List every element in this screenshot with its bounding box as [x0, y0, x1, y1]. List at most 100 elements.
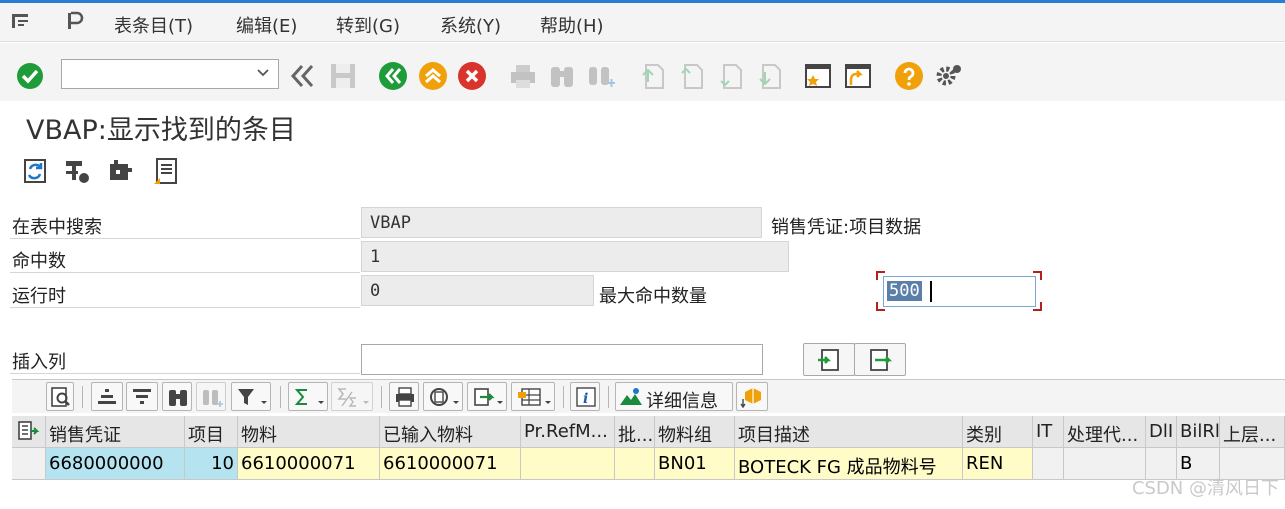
table-cell[interactable] — [521, 448, 615, 480]
column-header[interactable]: 处理代... — [1064, 416, 1146, 448]
move-column-button[interactable] — [854, 343, 906, 376]
refresh-icon[interactable] — [20, 156, 50, 186]
column-header[interactable]: 批... — [615, 416, 655, 448]
watermark: CSDN @清风日下 — [1131, 478, 1279, 499]
table-cell[interactable]: 10 — [185, 448, 238, 480]
row-selector[interactable] — [12, 448, 46, 480]
command-field[interactable] — [61, 59, 279, 89]
row-divider — [10, 307, 360, 308]
export-button[interactable] — [467, 382, 507, 411]
toolbar-separator — [563, 386, 564, 408]
alv-find-next-button[interactable] — [196, 382, 226, 411]
find-next-icon[interactable] — [586, 61, 616, 91]
print-icon[interactable] — [508, 61, 538, 91]
column-header[interactable]: IT — [1033, 416, 1064, 448]
details-button[interactable] — [46, 382, 74, 411]
column-header[interactable]: Pr.RefM... — [521, 416, 615, 448]
row-divider — [10, 373, 360, 374]
menu-goto[interactable]: 转到(G) — [336, 12, 400, 38]
last-page-icon[interactable] — [754, 61, 784, 91]
generate-shortcut-icon[interactable] — [843, 61, 873, 91]
table-cell[interactable]: BOTECK FG 成品物料号 — [735, 448, 963, 480]
print-list-icon[interactable] — [152, 156, 182, 186]
menu-table-entry[interactable]: 表条目(T) — [114, 12, 193, 38]
graphic-button[interactable] — [736, 382, 768, 411]
table-cell[interactable]: 6610000071 — [380, 448, 521, 480]
search-table-label: 在表中搜索 — [12, 217, 102, 238]
table-cell[interactable]: 6680000000 — [46, 448, 185, 480]
standard-toolbar — [0, 43, 1285, 101]
insert-column-button[interactable] — [803, 343, 855, 376]
back-icon[interactable] — [378, 61, 408, 91]
alv-find-button[interactable] — [162, 382, 192, 411]
cancel-icon[interactable] — [457, 61, 487, 91]
info-icon: i — [576, 387, 596, 407]
save-icon[interactable] — [328, 61, 358, 91]
collapse-command-icon[interactable] — [288, 61, 318, 91]
column-header[interactable]: 上层... — [1220, 416, 1285, 448]
subtotal-icon — [337, 388, 369, 407]
sort-descending-button[interactable] — [126, 382, 158, 411]
views-button[interactable] — [423, 382, 463, 411]
select-all-cell[interactable] — [12, 416, 46, 448]
toolbar-separator — [82, 386, 83, 408]
detail-info-button[interactable]: 详细信息 — [615, 382, 733, 412]
sort-ascending-icon — [98, 389, 116, 404]
hits-field: 1 — [361, 241, 789, 272]
previous-page-icon[interactable] — [676, 61, 706, 91]
first-page-icon[interactable] — [637, 61, 667, 91]
table-cell[interactable]: 6610000071 — [238, 448, 380, 480]
column-header[interactable]: 类别 — [963, 416, 1033, 448]
enter-check-icon[interactable] — [15, 61, 45, 91]
customize-layout-icon[interactable] — [64, 10, 86, 32]
table-cell[interactable] — [1033, 448, 1064, 480]
information-button[interactable]: i — [570, 382, 600, 411]
column-header[interactable]: DlI — [1146, 416, 1177, 448]
toolbar-separator — [381, 386, 382, 408]
total-button[interactable] — [288, 382, 328, 411]
help-icon[interactable] — [894, 61, 924, 91]
settings-gear-icon[interactable] — [933, 61, 963, 91]
column-header[interactable]: 项目 — [185, 416, 238, 448]
subtotal-button[interactable] — [331, 382, 373, 411]
column-header[interactable]: 已输入物料 — [380, 416, 521, 448]
search-table-field: VBAP — [361, 207, 762, 238]
find-icon[interactable] — [547, 61, 577, 91]
menu-edit[interactable]: 编辑(E) — [236, 12, 297, 38]
column-header[interactable]: 物料 — [238, 416, 380, 448]
table-cell[interactable]: REN — [963, 448, 1033, 480]
filter-button[interactable] — [231, 382, 271, 411]
alv-print-button[interactable] — [389, 382, 419, 411]
check-table-icon[interactable] — [106, 156, 136, 186]
table-description: 销售凭证:项目数据 — [771, 217, 922, 238]
exit-icon[interactable] — [418, 61, 448, 91]
column-header[interactable]: 销售凭证 — [46, 416, 185, 448]
print-icon — [396, 387, 414, 407]
details-magnifier-icon — [51, 387, 70, 407]
sort-ascending-button[interactable] — [91, 382, 123, 411]
table-cell[interactable]: BN01 — [655, 448, 735, 480]
row-divider — [10, 272, 360, 273]
find-icon — [169, 390, 187, 406]
row-divider — [10, 238, 360, 239]
menu-system[interactable]: 系统(Y) — [440, 12, 501, 38]
export-icon — [474, 388, 503, 406]
graphic-icon — [740, 388, 761, 408]
mountain-detail-icon — [620, 388, 642, 405]
next-page-icon[interactable] — [715, 61, 745, 91]
selection-criteria-icon[interactable] — [62, 156, 92, 186]
layout-button[interactable] — [511, 382, 555, 411]
column-header[interactable]: 物料组 — [655, 416, 735, 448]
create-session-icon[interactable] — [803, 61, 833, 91]
focus-corner — [1033, 302, 1042, 311]
system-menu-icon[interactable] — [10, 10, 32, 32]
detail-info-label: 详细信息 — [646, 391, 718, 412]
chevron-down-icon[interactable] — [256, 66, 270, 80]
column-header[interactable]: 项目描述 — [735, 416, 963, 448]
max-hits-input[interactable]: 500 — [883, 276, 1036, 307]
insert-column-icon — [818, 349, 839, 371]
menu-help[interactable]: 帮助(H) — [540, 12, 604, 38]
table-cell[interactable] — [615, 448, 655, 480]
insert-column-input[interactable] — [361, 344, 763, 375]
column-header[interactable]: BilRl — [1177, 416, 1220, 448]
